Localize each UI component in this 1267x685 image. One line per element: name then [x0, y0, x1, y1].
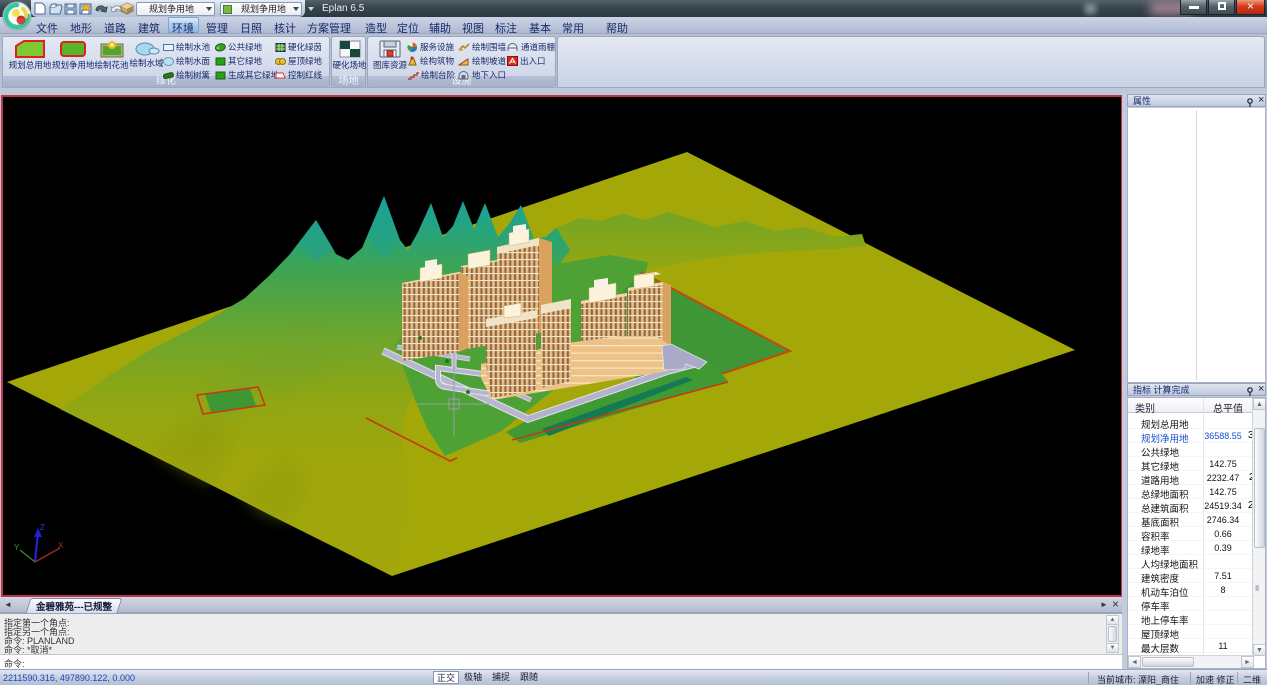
svg-text:Z: Z: [40, 523, 45, 532]
svg-text:Y: Y: [14, 543, 20, 552]
svg-text:X: X: [58, 541, 64, 550]
